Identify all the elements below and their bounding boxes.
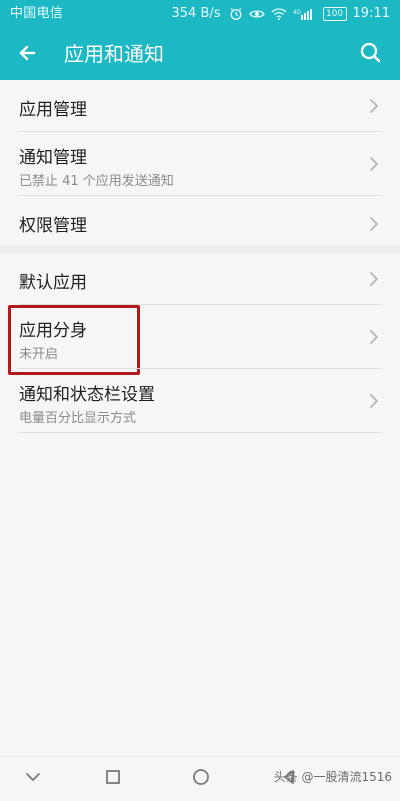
row-subtitle: 已禁止 41 个应用发送通知 xyxy=(19,174,174,189)
row-label: 通知和状态栏设置 xyxy=(19,385,155,405)
section-separator xyxy=(0,245,400,253)
status-icons: 354 B/s 4G 100 19:11 xyxy=(171,0,390,28)
signal-4g-icon: 4G xyxy=(293,0,317,28)
chevron-right-icon xyxy=(368,329,380,345)
chevron-right-icon xyxy=(368,98,380,114)
arrow-left-icon xyxy=(14,45,44,72)
alarm-icon xyxy=(229,0,243,28)
wifi-icon xyxy=(271,0,287,28)
circle-icon xyxy=(191,767,211,791)
row-label: 应用分身 xyxy=(19,321,87,341)
settings-group-apps: 应用管理 通知管理 已禁止 41 个应用发送通知 权限管理 xyxy=(0,80,400,253)
network-type-label: 4G xyxy=(293,10,301,16)
battery-level: 100 xyxy=(325,9,344,19)
nav-down-button[interactable] xyxy=(18,757,48,801)
divider xyxy=(18,432,382,433)
chevron-right-icon xyxy=(368,156,380,172)
page-title: 应用和通知 xyxy=(64,42,164,66)
eye-icon xyxy=(248,0,265,28)
chevron-down-icon xyxy=(24,768,42,790)
settings-row-notification-management[interactable]: 通知管理 已禁止 41 个应用发送通知 xyxy=(0,132,400,196)
watermark-text: 头条 @一股清流1516 xyxy=(273,770,392,784)
title-bar: 应用和通知 xyxy=(0,28,400,80)
settings-row-app-twin[interactable]: 应用分身 未开启 xyxy=(0,305,400,375)
chevron-right-icon xyxy=(368,216,380,232)
settings-group-system: 默认应用 应用分身 未开启 通知和状态栏设置 电量百分比显示方式 xyxy=(0,253,400,433)
status-bar: 中国电信 354 B/s 4G 100 19:11 xyxy=(0,0,400,28)
square-icon xyxy=(104,768,122,790)
settings-row-app-management[interactable]: 应用管理 xyxy=(0,80,400,132)
app-header: 中国电信 354 B/s 4G 100 19:11 应用和通知 xyxy=(0,0,400,80)
chevron-right-icon xyxy=(368,393,380,409)
nav-home-button[interactable] xyxy=(186,757,216,801)
nav-recent-button[interactable] xyxy=(98,757,128,801)
carrier-label: 中国电信 xyxy=(10,6,64,21)
row-subtitle: 电量百分比显示方式 xyxy=(19,411,137,426)
row-label: 权限管理 xyxy=(19,216,87,236)
back-button[interactable] xyxy=(14,38,44,68)
row-label: 通知管理 xyxy=(19,148,87,168)
chevron-right-icon xyxy=(368,271,380,287)
settings-row-default-apps[interactable]: 默认应用 xyxy=(0,253,400,305)
search-icon xyxy=(356,42,386,72)
row-subtitle: 未开启 xyxy=(19,347,59,362)
battery-icon: 100 xyxy=(322,7,347,21)
search-button[interactable] xyxy=(356,38,386,68)
clock: 19:11 xyxy=(352,6,390,21)
network-speed: 354 B/s xyxy=(171,6,221,21)
row-label: 应用管理 xyxy=(19,100,87,120)
row-label: 默认应用 xyxy=(19,273,87,293)
settings-row-notification-statusbar[interactable]: 通知和状态栏设置 电量百分比显示方式 xyxy=(0,369,400,433)
